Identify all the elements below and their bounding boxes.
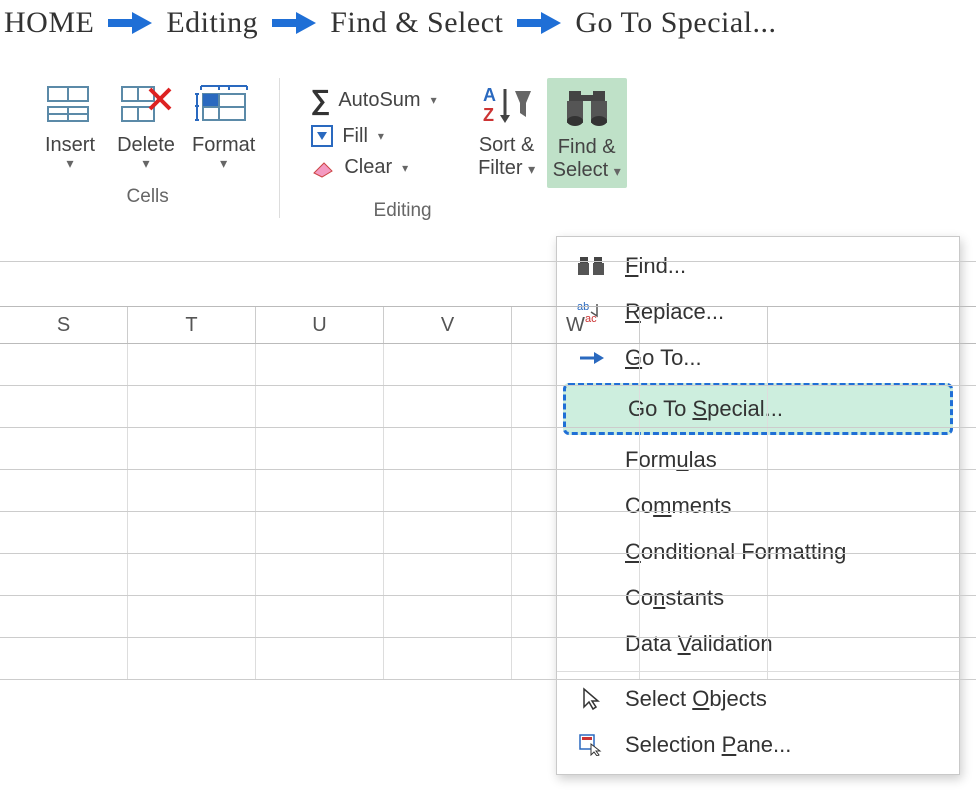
- arrow-right-icon: [517, 10, 561, 36]
- fill-down-icon: [310, 124, 334, 148]
- breadcrumb-editing: Editing: [166, 6, 258, 40]
- sigma-icon: ∑: [310, 84, 330, 116]
- dropdown-icon: ▾: [614, 163, 621, 179]
- fill-button[interactable]: Fill ▾: [306, 122, 440, 150]
- dropdown-icon: ▾: [528, 161, 535, 177]
- group-label-editing: Editing: [374, 200, 432, 222]
- delete-button[interactable]: Delete ▾: [110, 78, 182, 174]
- breadcrumb-home: HOME: [4, 6, 94, 40]
- sort-filter-button[interactable]: A Z Sort & Filter ▾: [471, 78, 543, 182]
- delete-label: Delete: [117, 134, 175, 157]
- svg-text:A: A: [483, 85, 496, 105]
- col-header-V[interactable]: V: [384, 307, 512, 343]
- menu-selection-pane[interactable]: Selection Pane...: [557, 722, 959, 768]
- ribbon: Insert ▾ Delete ▾: [0, 58, 976, 232]
- dropdown-icon: ▾: [431, 93, 437, 107]
- sort-filter-icon: A Z: [479, 80, 535, 130]
- col-header-U[interactable]: U: [256, 307, 384, 343]
- dropdown-icon: ▾: [66, 155, 73, 172]
- col-header-T[interactable]: T: [128, 307, 256, 343]
- ribbon-group-cells: Insert ▾ Delete ▾: [16, 78, 280, 218]
- findselect-label-1: Find &: [558, 136, 616, 159]
- group-label-cells: Cells: [127, 186, 169, 208]
- breadcrumb-gotospecial: Go To Special...: [575, 6, 776, 40]
- eraser-icon: [310, 157, 336, 179]
- fill-label: Fill: [342, 125, 368, 148]
- insert-button[interactable]: Insert ▾: [34, 78, 106, 174]
- insert-label: Insert: [45, 134, 95, 157]
- sortfilter-label-1: Sort &: [479, 134, 535, 157]
- dropdown-icon: ▾: [142, 155, 149, 172]
- binoculars-icon: [563, 82, 611, 132]
- findselect-label-2: Select: [553, 159, 609, 181]
- cursor-icon: [575, 687, 607, 711]
- selection-pane-icon: [575, 734, 607, 756]
- delete-cells-icon: [120, 80, 172, 130]
- grid-rows[interactable]: [0, 344, 976, 680]
- insert-cells-icon: [46, 80, 94, 130]
- arrow-right-icon: [272, 10, 316, 36]
- format-label: Format: [192, 134, 255, 157]
- menu-selobj-label: Select Objects: [625, 686, 767, 712]
- dropdown-icon: ▾: [220, 155, 227, 172]
- format-cells-icon: [195, 80, 253, 130]
- breadcrumb: HOME Editing Find & Select Go To Special…: [0, 0, 976, 58]
- dropdown-icon: ▾: [378, 129, 384, 143]
- svg-text:Z: Z: [483, 105, 494, 125]
- clear-label: Clear: [344, 156, 392, 179]
- ribbon-group-editing: ∑ AutoSum ▾ Fill ▾ Clear ▾: [280, 78, 644, 232]
- menu-selpane-label: Selection Pane...: [625, 732, 791, 758]
- col-header-S[interactable]: S: [0, 307, 128, 343]
- dropdown-icon: ▾: [402, 161, 408, 175]
- autosum-button[interactable]: ∑ AutoSum ▾: [306, 82, 440, 118]
- col-header-W[interactable]: W: [512, 307, 640, 343]
- col-header-blank[interactable]: [640, 307, 768, 343]
- arrow-right-icon: [108, 10, 152, 36]
- spreadsheet-grid[interactable]: S T U V W: [0, 236, 976, 680]
- column-headers: S T U V W: [0, 306, 976, 344]
- autosum-label: AutoSum: [338, 89, 420, 112]
- clear-button[interactable]: Clear ▾: [306, 154, 440, 181]
- breadcrumb-findselect: Find & Select: [330, 6, 503, 40]
- sortfilter-label-2: Filter: [478, 157, 522, 179]
- menu-select-objects[interactable]: Select Objects: [557, 676, 959, 722]
- find-select-button[interactable]: Find & Select ▾: [547, 78, 627, 188]
- format-button[interactable]: Format ▾: [186, 78, 261, 174]
